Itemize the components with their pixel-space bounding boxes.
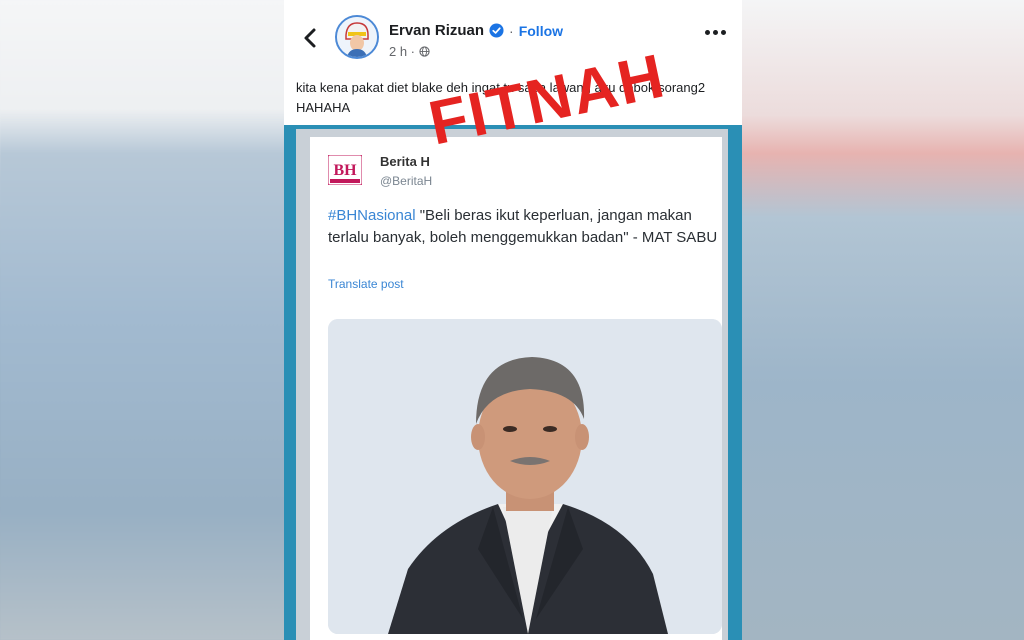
post-time[interactable]: 2 h · [389, 44, 415, 59]
post-header: Ervan Rizuan · Follow 2 h · [284, 0, 742, 70]
avatar[interactable] [335, 15, 379, 59]
blurred-background-left [0, 0, 285, 640]
avatar-image [337, 17, 377, 57]
tweet-card: BH Berita H @BeritaH #BHNasional "Beli b… [310, 137, 722, 640]
tweet-account-name[interactable]: Berita H [380, 154, 430, 169]
shared-image-border: BH Berita H @BeritaH #BHNasional "Beli b… [296, 129, 728, 640]
post-meta: 2 h · [389, 44, 430, 59]
bh-logo: BH [328, 155, 362, 185]
more-dot [713, 30, 718, 35]
more-options-icon[interactable] [705, 30, 726, 35]
portrait-illustration [328, 319, 722, 634]
bh-logo-text: BH [333, 162, 357, 179]
author-row: Ervan Rizuan · Follow [389, 22, 563, 39]
follow-button[interactable]: Follow [519, 23, 563, 39]
tweet-handle: @BeritaH [380, 174, 433, 188]
more-dot [705, 30, 710, 35]
translate-post-link[interactable]: Translate post [328, 277, 404, 291]
verified-badge-icon [489, 23, 504, 38]
hashtag-link[interactable]: #BHNasional [328, 207, 416, 224]
globe-icon [419, 46, 430, 57]
separator-dot: · [509, 22, 514, 39]
back-arrow-icon[interactable] [300, 27, 322, 49]
blurred-background-right [740, 0, 1024, 640]
more-dot [721, 30, 726, 35]
post-screenshot: Ervan Rizuan · Follow 2 h · kita kena pa… [284, 0, 742, 640]
shared-image-frame[interactable]: BH Berita H @BeritaH #BHNasional "Beli b… [284, 125, 742, 640]
author-name[interactable]: Ervan Rizuan [389, 22, 484, 39]
portrait-photo [328, 319, 722, 634]
tweet-text: #BHNasional "Beli beras ikut keperluan, … [328, 205, 718, 249]
